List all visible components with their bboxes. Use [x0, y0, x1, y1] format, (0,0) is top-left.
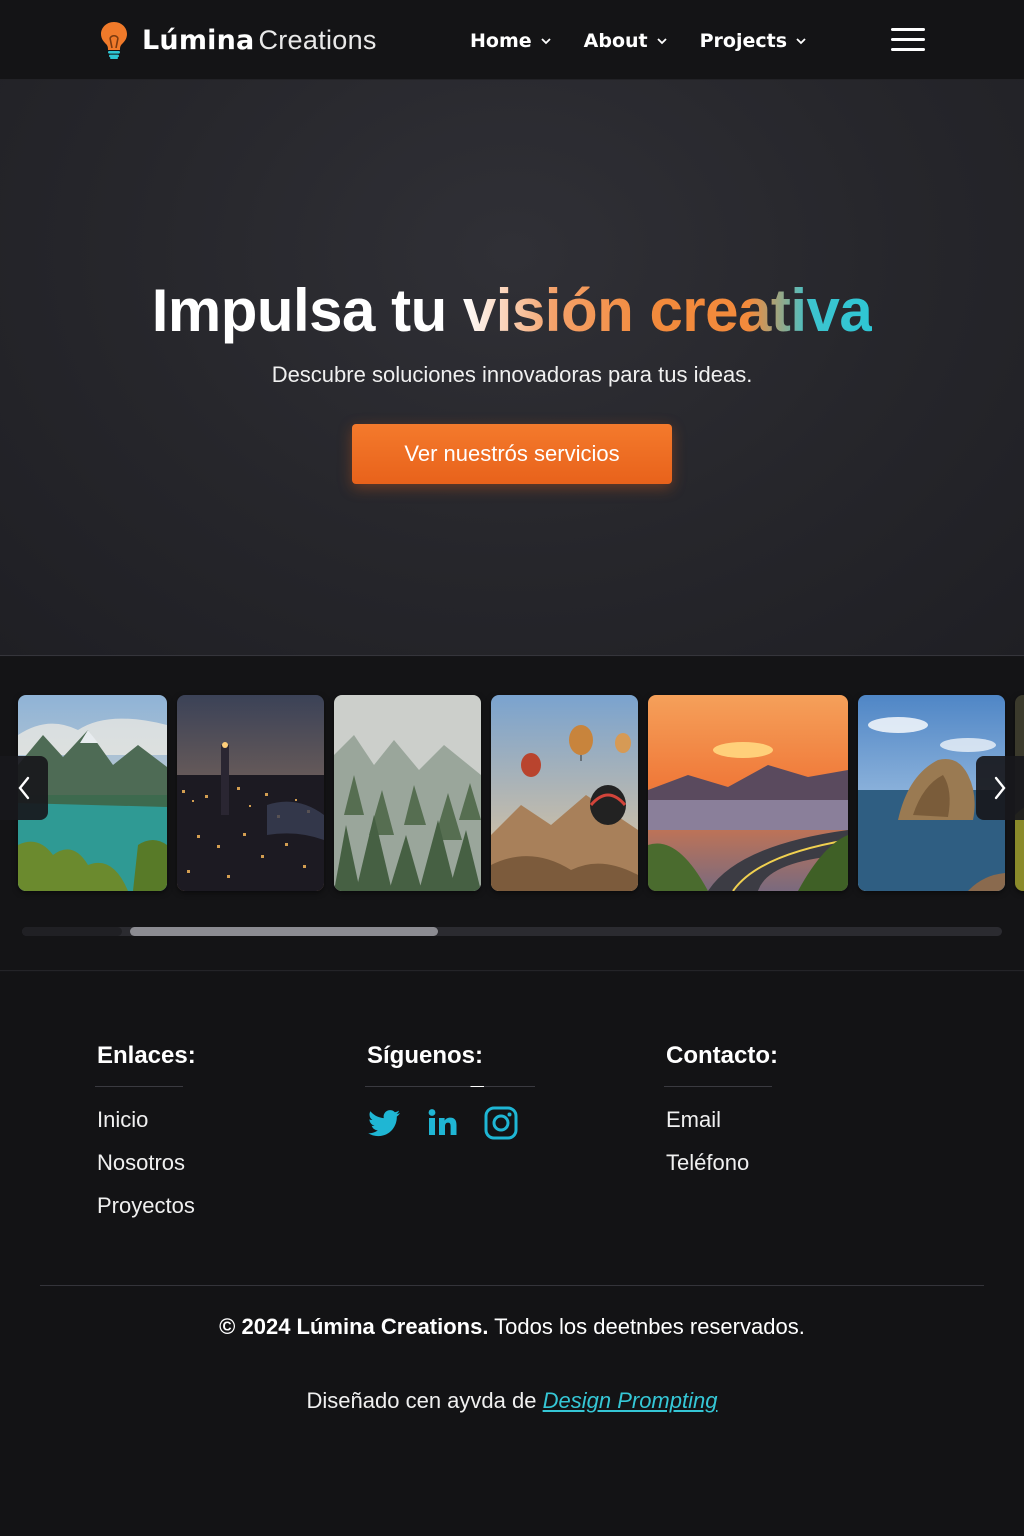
brand-name-bold: Lúmina [142, 24, 255, 56]
services-cta-button[interactable]: Ver nuestrós servicios [352, 424, 672, 484]
chevron-down-icon [796, 38, 806, 45]
hero-section: Impulsa tu visión creativa Descubre solu… [0, 80, 1024, 656]
linkedin-icon[interactable] [425, 1105, 461, 1141]
footer-link-proyectos[interactable]: Proyectos [97, 1193, 237, 1222]
hero-title-gradient: visión creativa [462, 277, 873, 344]
contact-phone-link[interactable]: Teléfono [666, 1150, 826, 1179]
instagram-icon[interactable] [483, 1105, 519, 1141]
nav-home-label: Home [470, 30, 532, 52]
credit-prefix: Diseñado cen ayvda de [306, 1388, 543, 1413]
copyright-rest: Todos los deetnbes reservados. [488, 1314, 805, 1339]
gallery-image-misty-forest[interactable] [334, 695, 481, 891]
footer-divider [40, 1285, 984, 1286]
chevron-right-icon [994, 776, 1006, 800]
nav-about-label: About [583, 30, 648, 52]
footer-links-column: Enlaces: Inicio Nosotros Proyectos [95, 1042, 237, 1222]
chevron-down-icon [541, 38, 551, 45]
heading-divider [95, 1086, 183, 1087]
hero-title: Impulsa tu visión creativa [0, 276, 1024, 345]
footer-contact-heading: Contacto: [666, 1042, 778, 1069]
hero-title-plain: Impulsa tu [151, 277, 463, 344]
design-credit: Diseñado cen ayvda de Design Prompting [0, 1388, 1024, 1414]
nav-about[interactable]: About [584, 26, 668, 56]
footer-link-inicio[interactable]: Inicio [97, 1107, 237, 1136]
nav-home[interactable]: Home [470, 26, 552, 56]
twitter-icon[interactable] [367, 1105, 403, 1141]
chevron-left-icon [18, 776, 30, 800]
nav-projects-label: Projects [699, 30, 788, 52]
footer-contact-column: Contacto: Email Teléfono [664, 1042, 826, 1179]
copyright-text: © 2024 Lúmina Creations. Todos los deetn… [0, 1314, 1024, 1340]
gallery-image-hot-air-balloons[interactable] [491, 695, 638, 891]
footer-link-nosotros[interactable]: Nosotros [97, 1150, 237, 1179]
design-prompting-link[interactable]: Design Prompting [543, 1388, 718, 1413]
carousel-prev-button[interactable] [0, 756, 48, 820]
footer-links-heading: Enlaces: [97, 1042, 196, 1069]
nav-projects[interactable]: Projects [700, 26, 807, 56]
heading-divider [365, 1086, 535, 1087]
footer-social-column: Síguenos: [365, 1042, 567, 1141]
scrollbar-track-start [22, 927, 122, 936]
footer-social-heading: Síguenos: [367, 1042, 484, 1069]
hero-subtitle: Descubre soluciones innovadoras para tus… [271, 362, 753, 387]
lightbulb-icon [98, 20, 130, 60]
site-footer: Enlaces: Inicio Nosotros Proyectos Sígue… [0, 972, 1024, 1536]
scrollbar-thumb[interactable] [130, 927, 438, 936]
top-navbar: Lúmina Creations Home About Projects [0, 0, 1024, 80]
hamburger-menu-icon[interactable] [891, 26, 927, 54]
gallery-image-city-night[interactable] [177, 695, 324, 891]
carousel-scrollbar[interactable] [22, 927, 1002, 936]
image-carousel [0, 657, 1024, 971]
chevron-down-icon [656, 38, 667, 45]
carousel-next-button[interactable] [976, 756, 1024, 820]
copyright-bold: © 2024 Lúmina Creations. [219, 1314, 489, 1339]
gallery-image-sunset-road[interactable] [648, 695, 848, 891]
social-icons [367, 1105, 567, 1141]
main-menu: Home About Projects [470, 26, 807, 56]
heading-divider [664, 1086, 772, 1087]
brand-name-light: Creations [258, 24, 377, 55]
contact-email-link[interactable]: Email [666, 1107, 826, 1136]
brand-logo[interactable]: Lúmina Creations [98, 20, 377, 60]
